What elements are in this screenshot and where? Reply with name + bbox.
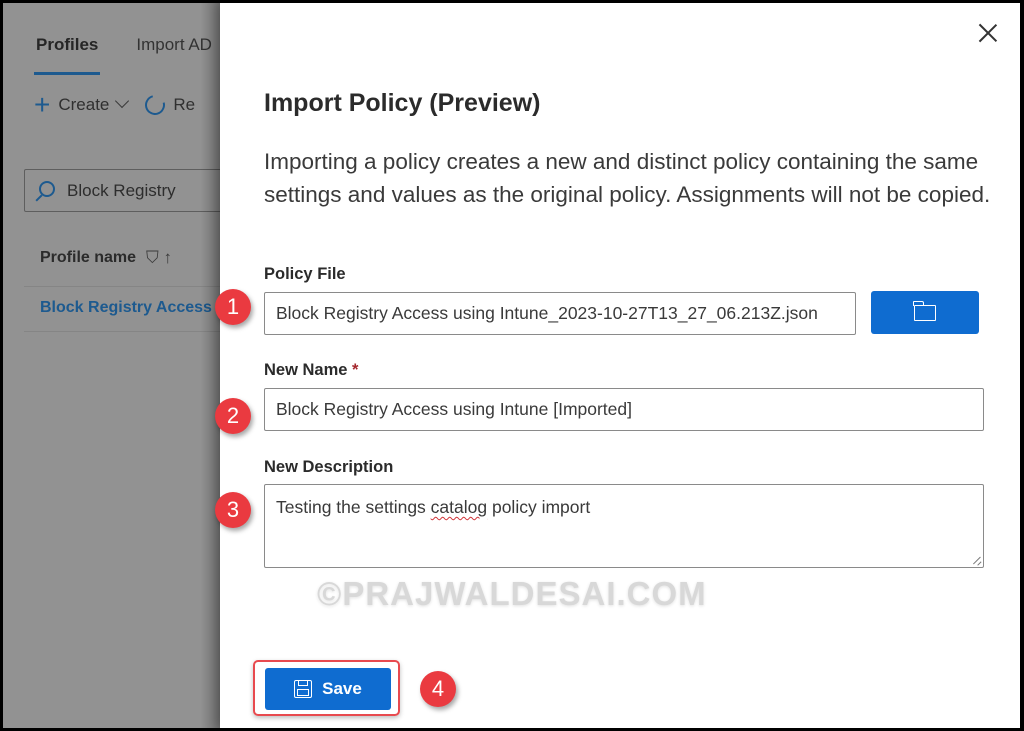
new-name-input[interactable]: Block Registry Access using Intune [Impo… xyxy=(264,388,984,431)
create-button[interactable]: Create xyxy=(58,95,109,115)
new-description-textarea[interactable]: Testing the settings catalog policy impo… xyxy=(264,484,984,568)
callout-badge-3: 3 xyxy=(215,492,251,528)
browse-file-button[interactable] xyxy=(871,291,979,334)
panel-shadow xyxy=(200,3,220,728)
divider xyxy=(24,331,220,332)
toolbar: + Create Re xyxy=(34,91,195,119)
background-page: Profiles Import AD + Create Re Block Reg… xyxy=(3,3,220,728)
policy-file-input[interactable]: Block Registry Access using Intune_2023-… xyxy=(264,292,856,335)
folder-icon xyxy=(913,300,936,321)
new-name-label-text: New Name xyxy=(264,361,348,379)
search-icon xyxy=(39,180,55,197)
column-header-profile-name[interactable]: Profile name ⛉ ↑ xyxy=(40,248,172,268)
dialog-title: Import Policy (Preview) xyxy=(264,89,541,117)
refresh-button[interactable]: Re xyxy=(173,95,195,115)
watermark: ©PRAJWALDESAI.COM xyxy=(317,575,707,612)
table-row-link[interactable]: Block Registry Access xyxy=(40,299,212,317)
spellcheck-word: catalog xyxy=(430,497,488,517)
tab-bar: Profiles Import AD xyxy=(33,35,212,75)
column-header-label: Profile name xyxy=(40,249,137,266)
close-icon[interactable] xyxy=(978,23,998,43)
new-description-label: New Description xyxy=(264,458,394,476)
dialog-description: Importing a policy creates a new and dis… xyxy=(264,149,991,207)
divider xyxy=(24,286,220,287)
search-input[interactable]: Block Registry xyxy=(24,169,220,212)
save-button[interactable]: Save xyxy=(265,668,391,710)
callout-badge-4: 4 xyxy=(420,671,456,707)
callout-badge-2: 2 xyxy=(215,398,251,434)
save-button-label: Save xyxy=(322,679,362,698)
plus-icon: + xyxy=(34,89,51,120)
search-value: Block Registry xyxy=(67,180,176,200)
tab-profiles[interactable]: Profiles xyxy=(33,35,101,75)
callout-badge-1: 1 xyxy=(215,289,251,325)
chevron-down-icon[interactable] xyxy=(115,93,130,109)
save-icon xyxy=(294,680,313,698)
required-marker: * xyxy=(352,361,359,379)
refresh-icon xyxy=(141,91,170,119)
resize-grip-icon[interactable] xyxy=(972,556,981,565)
new-name-label: New Name * xyxy=(264,361,358,380)
policy-file-label: Policy File xyxy=(264,265,346,283)
description-text: Testing the settings catalog policy impo… xyxy=(276,497,591,517)
import-policy-dialog: Import Policy (Preview) Importing a poli… xyxy=(220,3,1020,728)
screenshot-frame: Profiles Import AD + Create Re Block Reg… xyxy=(3,3,1020,728)
filter-sort-icon[interactable]: ⛉ ↑ xyxy=(146,248,172,268)
